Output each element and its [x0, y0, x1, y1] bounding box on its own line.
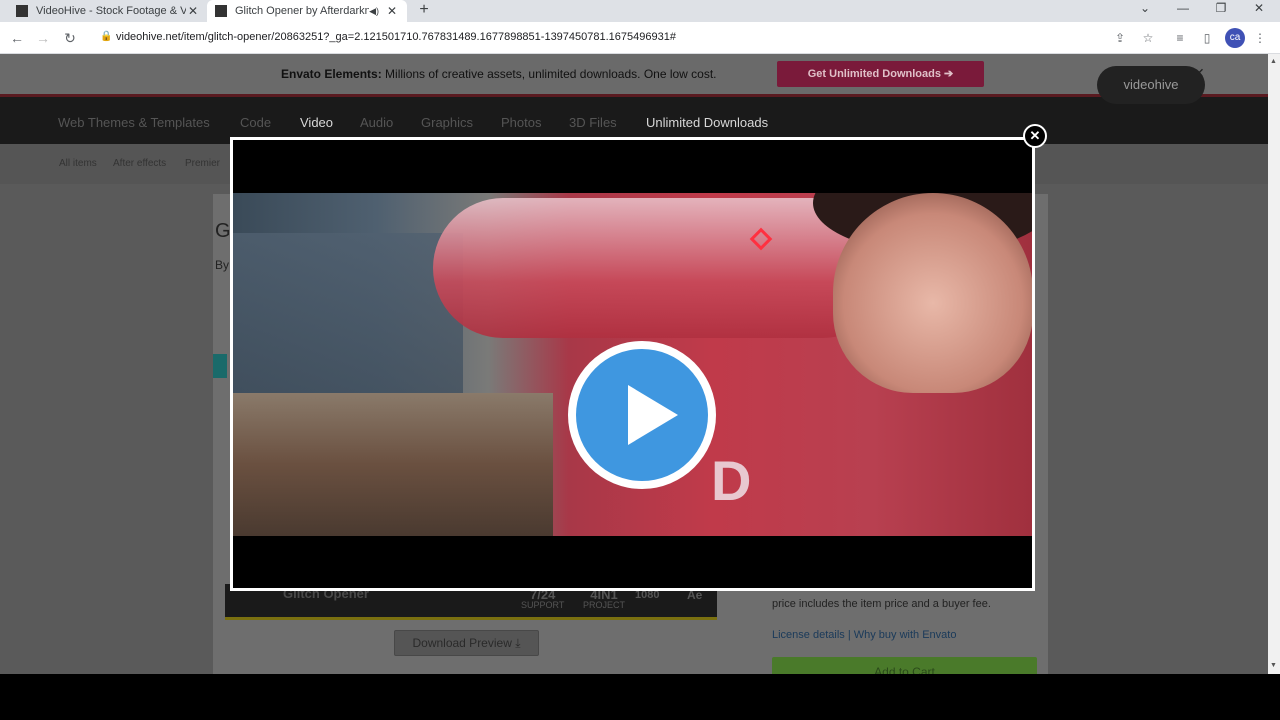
add-to-cart-button[interactable]: Add to Cart — [772, 657, 1037, 674]
menu-kebab-icon[interactable]: ⋮ — [1251, 29, 1269, 47]
back-arrow-icon[interactable]: ← — [7, 28, 27, 48]
stat-project: 4IN1 PROJECT — [583, 587, 626, 610]
stat-value: 1080 — [635, 589, 660, 601]
url-text: videohive.net/item/glitch-opener/2086325… — [116, 31, 676, 43]
bookmark-star-icon[interactable]: ☆ — [1139, 29, 1157, 47]
profile-avatar[interactable]: ca — [1225, 28, 1245, 48]
download-preview-button[interactable]: Download Preview ⤓ — [394, 630, 539, 656]
video-preview-modal: N D — [230, 137, 1035, 591]
scroll-down-icon[interactable]: ▼ — [1270, 662, 1277, 669]
play-circle — [576, 349, 708, 481]
preview-tab[interactable] — [213, 354, 227, 378]
nav-code[interactable]: Code — [240, 115, 271, 130]
forward-arrow-icon[interactable]: → — [33, 28, 53, 48]
banner-message: Millions of creative assets, unlimited d… — [381, 67, 717, 81]
address-bar[interactable]: 🔒 videohive.net/item/glitch-opener/20863… — [88, 26, 1088, 50]
stat-label: SUPPORT — [521, 600, 565, 610]
license-links[interactable]: License details | Why buy with Envato — [772, 629, 956, 641]
envato-favicon-icon — [16, 5, 28, 17]
nav-web-themes[interactable]: Web Themes & Templates — [58, 115, 210, 130]
stat-value: 7/24 — [530, 587, 556, 602]
after-effects-icon: Ae — [687, 588, 703, 602]
scroll-up-icon[interactable]: ▲ — [1270, 58, 1277, 65]
tab-title: VideoHive - Stock Footage & Vid — [36, 5, 186, 17]
new-tab-button[interactable]: + — [414, 0, 434, 22]
reload-icon[interactable]: ↻ — [60, 28, 80, 48]
page-scrollbar[interactable]: ▲ ▼ — [1268, 54, 1280, 674]
play-button[interactable] — [568, 341, 716, 489]
video-face — [833, 193, 1032, 393]
price-note: price includes the item price and a buye… — [772, 598, 991, 610]
video-frame[interactable]: N D — [233, 193, 1032, 536]
get-unlimited-downloads-button[interactable]: Get Unlimited Downloads ➔ — [777, 61, 984, 87]
side-panel-icon[interactable]: ▯ — [1198, 29, 1216, 47]
stat-value: Ae — [687, 588, 703, 602]
item-author: By — [215, 258, 230, 272]
banner-text: Envato Elements: Millions of creative as… — [281, 67, 717, 81]
speaker-icon[interactable]: ◀) — [369, 6, 379, 17]
nav-graphics[interactable]: Graphics — [421, 115, 473, 130]
restore-button[interactable]: ❐ — [1202, 0, 1240, 18]
close-window-button[interactable]: ✕ — [1240, 0, 1278, 18]
tab-title: Glitch Opener by Afterdarkn — [235, 5, 370, 17]
video-letter: D — [711, 449, 752, 512]
minimize-button[interactable]: — — [1164, 0, 1202, 18]
letterbox-bar — [0, 674, 1280, 720]
lock-icon: 🔒 — [100, 31, 113, 42]
browser-toolbar: ← → ↻ 🔒 videohive.net/item/glitch-opener… — [0, 22, 1280, 54]
subnav-after-effects[interactable]: After effects — [113, 158, 166, 169]
envato-elements-banner: Envato Elements: Millions of creative as… — [0, 54, 1268, 94]
stat-resolution: 1080 — [635, 589, 660, 601]
play-icon — [628, 385, 678, 445]
close-tab-icon[interactable]: ✕ — [186, 4, 200, 18]
media-control-icon[interactable]: ≡ — [1171, 29, 1189, 47]
stat-value: 4IN1 — [590, 587, 618, 602]
tab-videohive[interactable]: VideoHive - Stock Footage & Vid ✕ — [8, 0, 208, 22]
tab-search-icon[interactable]: ⌄ — [1126, 0, 1164, 18]
stat-support: 7/24 SUPPORT — [521, 587, 565, 610]
item-title: G — [215, 220, 231, 242]
share-icon[interactable]: ⇪ — [1111, 29, 1129, 47]
nav-photos[interactable]: Photos — [501, 115, 541, 130]
subnav-premiere[interactable]: Premier — [185, 158, 220, 169]
envato-favicon-icon — [215, 5, 227, 17]
banner-brand: Envato Elements: — [281, 67, 382, 81]
nav-unlimited-downloads[interactable]: Unlimited Downloads — [646, 115, 768, 130]
nav-3d-files[interactable]: 3D Files — [569, 115, 617, 130]
close-modal-icon[interactable]: ✕ — [1023, 124, 1047, 148]
tab-glitch-opener[interactable]: Glitch Opener by Afterdarkn ◀) ✕ — [207, 0, 407, 22]
video-building-foreground — [233, 393, 553, 536]
close-tab-icon[interactable]: ✕ — [385, 4, 399, 18]
stat-label: PROJECT — [583, 600, 626, 610]
subnav-all-items[interactable]: All items — [59, 158, 97, 169]
nav-audio[interactable]: Audio — [360, 115, 393, 130]
nav-video[interactable]: Video — [300, 115, 333, 130]
videohive-logo[interactable]: videohive — [1097, 66, 1205, 104]
tab-strip: VideoHive - Stock Footage & Vid ✕ Glitch… — [0, 0, 1280, 22]
